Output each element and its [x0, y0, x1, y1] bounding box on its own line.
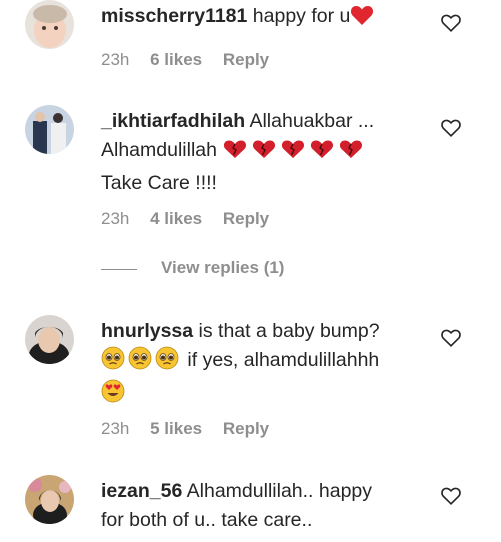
- comment-username[interactable]: hnurlyssa: [101, 320, 193, 342]
- pleading-face-icon: [155, 346, 179, 379]
- comment-item: iezan_56 Alhamdullilah.. happy for both …: [0, 475, 501, 542]
- comment-username[interactable]: iezan_56: [101, 480, 182, 502]
- emoji-group: [101, 346, 182, 371]
- comment-text: misscherry1181 happy for u: [101, 2, 421, 35]
- reply-button[interactable]: Reply: [223, 209, 269, 228]
- comment-body-line: Alhamdulillah: [101, 139, 217, 161]
- likes-count[interactable]: 6 likes: [150, 50, 202, 69]
- avatar[interactable]: [25, 475, 74, 524]
- avatar[interactable]: [25, 315, 74, 364]
- comment-username[interactable]: _ikhtiarfadhilah: [101, 110, 245, 132]
- broken-heart-icon: [280, 138, 306, 169]
- broken-heart-icon: [222, 138, 248, 169]
- comment-body-line: Allahuakbar ...: [249, 110, 375, 132]
- comment-item: misscherry1181 happy for u 23h 6 likes R…: [0, 0, 501, 90]
- broken-heart-icon: [338, 138, 364, 169]
- likes-count[interactable]: 4 likes: [150, 209, 202, 228]
- divider-line: [101, 269, 137, 270]
- comment-body-line: if yes, alhamdulillahhh: [187, 349, 380, 371]
- broken-heart-icon: [309, 138, 335, 169]
- comment-time: 23h: [101, 419, 130, 438]
- view-replies-label[interactable]: View replies (1): [161, 258, 284, 278]
- comment-time: 23h: [101, 50, 130, 69]
- comment-meta: 23h 6 likes Reply: [101, 50, 285, 70]
- pleading-face-icon: [128, 346, 152, 379]
- avatar[interactable]: [25, 105, 74, 154]
- likes-count[interactable]: 5 likes: [150, 419, 202, 438]
- broken-heart-icon: [251, 138, 277, 169]
- comment-item: hnurlyssa is that a baby bump? if yes, a…: [0, 315, 501, 445]
- like-heart-icon[interactable]: [440, 485, 464, 509]
- comment-body-line: Alhamdullilah.. happy: [186, 480, 373, 502]
- pleading-face-icon: [101, 346, 125, 379]
- reply-button[interactable]: Reply: [223, 50, 269, 69]
- comment-text: hnurlyssa is that a baby bump? if yes, a…: [101, 317, 421, 412]
- heart-eyes-face-icon: [101, 379, 125, 412]
- reply-button[interactable]: Reply: [223, 419, 269, 438]
- comment-meta: 23h 4 likes Reply: [101, 209, 285, 229]
- comment-body-line: for both of u.. take care..: [101, 509, 313, 531]
- like-heart-icon[interactable]: [440, 117, 464, 141]
- comment-body-line: is that a baby bump?: [198, 320, 380, 342]
- avatar[interactable]: [25, 0, 74, 49]
- comment-time: 23h: [101, 209, 130, 228]
- like-heart-icon[interactable]: [440, 12, 464, 36]
- comment-body-line: Take Care !!!!: [101, 172, 217, 194]
- comment-meta: 23h 5 likes Reply: [101, 419, 285, 439]
- comment-text: iezan_56 Alhamdullilah.. happy for both …: [101, 477, 421, 535]
- emoji-group: [222, 139, 367, 161]
- comment-body: happy for u: [252, 5, 351, 27]
- comment-username[interactable]: misscherry1181: [101, 5, 247, 27]
- like-heart-icon[interactable]: [440, 327, 464, 351]
- comment-text: _ikhtiarfadhilah Allahuakbar ... Alhamdu…: [101, 107, 421, 198]
- red-heart-icon: [350, 4, 374, 35]
